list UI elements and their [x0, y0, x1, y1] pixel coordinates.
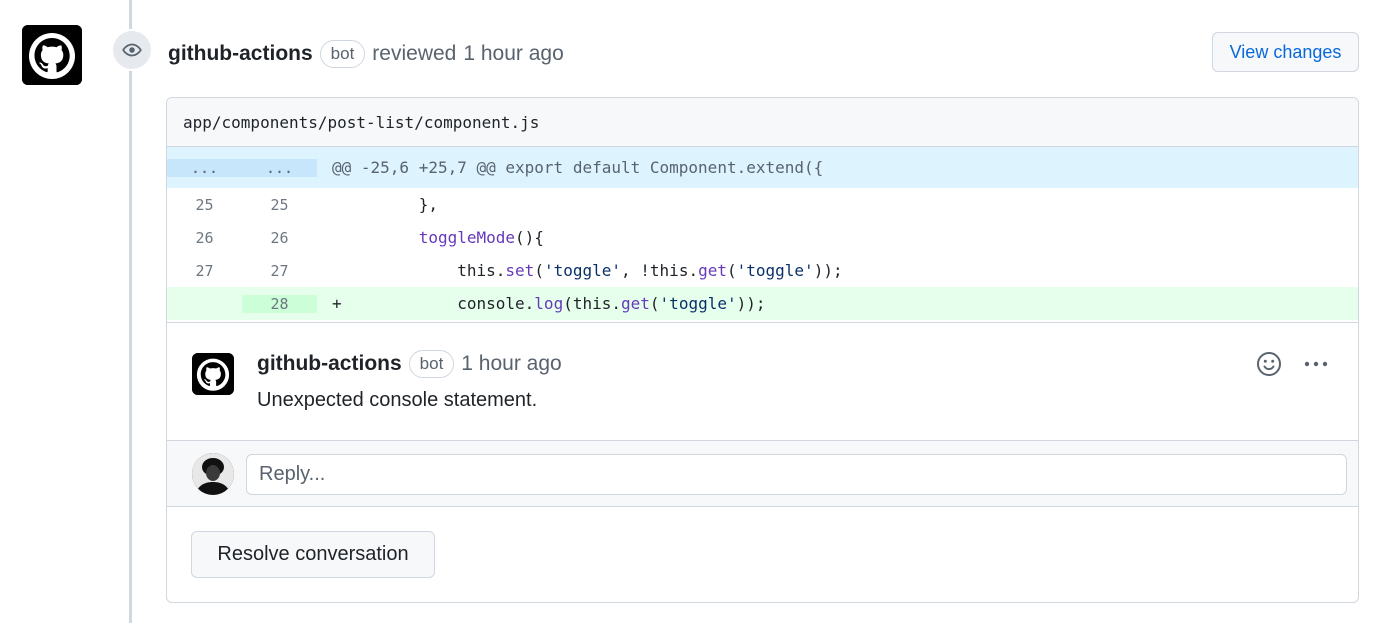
github-mark-icon	[22, 25, 82, 85]
diff-code: this.set('toggle', !this.get('toggle'));	[317, 261, 1358, 280]
new-line-number[interactable]: 25	[242, 196, 317, 214]
diff-table: ... ... @@ -25,6 +25,7 @@ export default…	[167, 147, 1358, 320]
diff-sign	[332, 228, 342, 247]
diff-sign	[332, 261, 342, 280]
expand-up-marker[interactable]: ...	[167, 158, 242, 177]
diff-sign	[332, 195, 342, 214]
review-thread: app/components/post-list/component.js ..…	[166, 97, 1359, 603]
add-reaction-button[interactable]	[1256, 351, 1282, 377]
expand-down-marker[interactable]: ...	[242, 158, 317, 177]
comment-avatar[interactable]	[192, 353, 234, 395]
new-line-number[interactable]: 26	[242, 229, 317, 247]
old-line-number[interactable]: 25	[167, 196, 242, 214]
smiley-icon	[1257, 352, 1281, 376]
diff-line: 27 27 this.set('toggle', !this.get('togg…	[167, 254, 1358, 287]
review-time-link[interactable]: 1 hour ago	[463, 42, 563, 66]
old-line-number[interactable]: 26	[167, 229, 242, 247]
review-state-badge	[111, 29, 153, 71]
reply-input[interactable]	[246, 454, 1347, 495]
comment-time-link[interactable]: 1 hour ago	[461, 352, 561, 376]
diff-code: },	[317, 195, 1358, 214]
diff-code-text: toggleMode(){	[418, 228, 544, 247]
comment-body: Unexpected console statement.	[257, 389, 538, 411]
view-changes-button[interactable]: View changes	[1212, 32, 1359, 72]
file-path[interactable]: app/components/post-list/component.js	[167, 98, 1358, 147]
user-photo	[192, 453, 234, 495]
review-comment: github-actions bot 1 hour ago Unexpected…	[167, 322, 1358, 440]
review-header: github-actions bot reviewed 1 hour ago	[168, 38, 564, 70]
diff-code-text: this.set('toggle', !this.get('toggle'));	[341, 261, 843, 280]
bot-badge: bot	[408, 350, 455, 378]
github-actions-avatar[interactable]	[22, 25, 82, 85]
old-line-number[interactable]: 27	[167, 262, 242, 280]
diff-code-text: console.log(this.get('toggle'));	[341, 294, 766, 313]
current-user-avatar[interactable]	[192, 453, 234, 495]
diff-code-text: },	[341, 195, 438, 214]
github-mark-icon	[192, 353, 234, 395]
diff-line-added: 28 + console.log(this.get('toggle'));	[167, 287, 1358, 320]
new-line-number[interactable]: 27	[242, 262, 317, 280]
eye-icon	[122, 43, 142, 57]
diff-line: 25 25 },	[167, 188, 1358, 221]
kebab-horizontal-icon	[1304, 361, 1328, 367]
diff-hunk-row: ... ... @@ -25,6 +25,7 @@ export default…	[167, 147, 1358, 188]
diff-code: + console.log(this.get('toggle'));	[317, 294, 1358, 313]
diff-code: toggleMode(){	[317, 228, 1358, 247]
diff-line: 26 26 toggleMode(){	[167, 221, 1358, 254]
diff-sign: +	[332, 294, 342, 313]
comment-header: github-actions bot 1 hour ago	[257, 349, 562, 379]
comment-author-link[interactable]: github-actions	[257, 352, 402, 376]
new-line-number[interactable]: 28	[242, 294, 317, 313]
bot-badge: bot	[319, 40, 366, 68]
review-author-link[interactable]: github-actions	[168, 42, 313, 66]
timeline-line	[129, 0, 132, 623]
comment-options-button[interactable]	[1301, 351, 1331, 377]
hunk-header: @@ -25,6 +25,7 @@ export default Compone…	[332, 158, 824, 177]
resolve-conversation-button[interactable]: Resolve conversation	[191, 531, 435, 578]
reply-bar	[167, 440, 1358, 507]
review-action-text: reviewed	[372, 42, 457, 65]
